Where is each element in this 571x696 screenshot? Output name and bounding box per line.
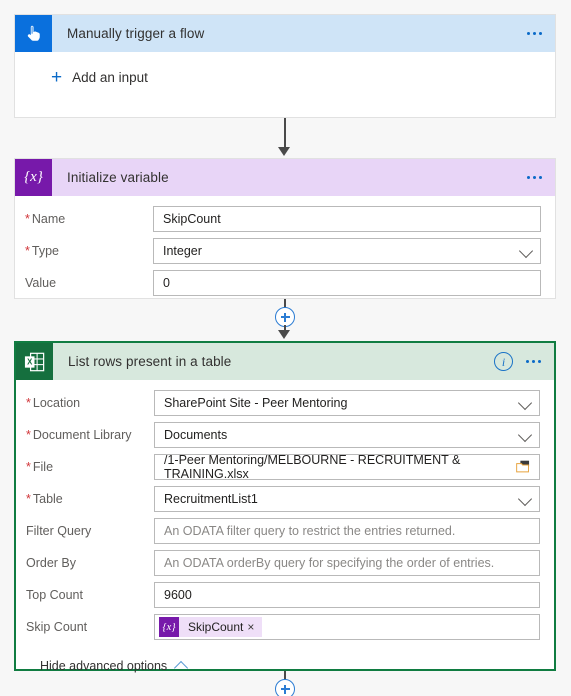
hand-pointer-icon bbox=[15, 15, 52, 52]
folder-picker-icon[interactable] bbox=[516, 460, 530, 476]
initialize-variable-card-header[interactable]: {x} Initialize variable bbox=[15, 159, 555, 196]
required-asterisk: * bbox=[25, 244, 30, 258]
skip-count-input[interactable]: {x} SkipCount × bbox=[154, 614, 540, 640]
card-list-rows-present-in-a-table[interactable]: X List rows present in a table i * Locati… bbox=[14, 341, 556, 675]
list-rows-header-actions: i bbox=[494, 352, 554, 371]
info-circle-icon[interactable]: i bbox=[494, 352, 513, 371]
table-dropdown[interactable]: RecruitmentList1 bbox=[154, 486, 540, 512]
param-label-file: * File bbox=[26, 460, 54, 474]
down-arrow-icon bbox=[277, 147, 290, 156]
excel-table-icon: X bbox=[16, 343, 53, 380]
chevron-down-icon bbox=[517, 395, 533, 411]
hide-advanced-options-label: Hide advanced options bbox=[40, 659, 168, 673]
name-input-value: SkipCount bbox=[163, 212, 221, 226]
param-row-type: * Type Integer bbox=[15, 235, 555, 267]
filter-query-placeholder: An ODATA filter query to restrict the en… bbox=[164, 524, 456, 538]
variable-icon-glyph: {x} bbox=[24, 169, 43, 185]
param-row-value: Value 0 bbox=[15, 267, 555, 299]
insert-new-step-plus-circle-icon[interactable] bbox=[275, 307, 295, 327]
param-label-table: * Table bbox=[26, 492, 63, 506]
param-label-type: * Type bbox=[25, 244, 59, 258]
variable-braces-icon: {x} bbox=[159, 617, 179, 637]
flow-designer-canvas: Manually trigger a flow + Add an input {… bbox=[0, 0, 571, 696]
order-by-input[interactable]: An ODATA orderBy query for specifying th… bbox=[154, 550, 540, 576]
param-label-top-count: Top Count bbox=[26, 588, 83, 602]
param-label-filter-query: Filter Query bbox=[26, 524, 92, 538]
ellipsis-icon[interactable] bbox=[527, 32, 542, 35]
filter-query-input[interactable]: An ODATA filter query to restrict the en… bbox=[154, 518, 540, 544]
param-row-filter-query: Filter Query An ODATA filter query to re… bbox=[16, 515, 554, 547]
token-label: SkipCount bbox=[188, 620, 244, 634]
ellipsis-icon[interactable] bbox=[527, 176, 542, 179]
required-asterisk: * bbox=[26, 396, 31, 410]
type-dropdown[interactable]: Integer bbox=[153, 238, 541, 264]
variable-braces-icon: {x} bbox=[15, 159, 52, 196]
file-picker-input[interactable]: /1-Peer Mentoring/MELBOURNE - RECRUITMEN… bbox=[154, 454, 540, 480]
location-dropdown[interactable]: SharePoint Site - Peer Mentoring bbox=[154, 390, 540, 416]
required-asterisk: * bbox=[26, 492, 31, 506]
top-count-value: 9600 bbox=[164, 588, 192, 602]
ellipsis-icon[interactable] bbox=[526, 360, 541, 363]
add-an-input-label: Add an input bbox=[72, 70, 148, 85]
card-manually-trigger-a-flow[interactable]: Manually trigger a flow + Add an input bbox=[14, 14, 556, 118]
param-row-top-count: Top Count 9600 bbox=[16, 579, 554, 611]
card-initialize-variable[interactable]: {x} Initialize variable * Name SkipCount … bbox=[14, 158, 556, 299]
required-asterisk: * bbox=[25, 212, 30, 226]
list-rows-card-header[interactable]: X List rows present in a table i bbox=[16, 343, 554, 380]
trigger-card-body: + Add an input bbox=[15, 52, 555, 103]
location-dropdown-value: SharePoint Site - Peer Mentoring bbox=[164, 396, 348, 410]
param-row-name: * Name SkipCount bbox=[15, 203, 555, 235]
list-rows-parameters: * Location SharePoint Site - Peer Mentori… bbox=[16, 380, 554, 677]
add-an-input-button[interactable]: + Add an input bbox=[51, 68, 148, 87]
down-arrow-icon bbox=[277, 330, 290, 339]
order-by-placeholder: An ODATA orderBy query for specifying th… bbox=[164, 556, 495, 570]
value-input[interactable]: 0 bbox=[153, 270, 541, 296]
param-label-skip-count: Skip Count bbox=[26, 620, 88, 634]
table-dropdown-value: RecruitmentList1 bbox=[164, 492, 258, 506]
trigger-card-header[interactable]: Manually trigger a flow bbox=[15, 15, 555, 52]
param-label-value: Value bbox=[25, 276, 57, 290]
chevron-up-icon bbox=[174, 660, 189, 675]
param-row-table: * Table RecruitmentList1 bbox=[16, 483, 554, 515]
param-row-file: * File /1-Peer Mentoring/MELBOURNE - RECR… bbox=[16, 451, 554, 483]
initialize-variable-parameters: * Name SkipCount * Type Integer Value 0 bbox=[15, 196, 555, 299]
chevron-down-icon bbox=[517, 427, 533, 443]
initialize-variable-card-title: Initialize variable bbox=[67, 170, 169, 185]
value-input-value: 0 bbox=[163, 276, 170, 290]
chevron-down-icon bbox=[518, 243, 534, 259]
param-row-order-by: Order By An ODATA orderBy query for spec… bbox=[16, 547, 554, 579]
document-library-dropdown[interactable]: Documents bbox=[154, 422, 540, 448]
trigger-header-actions bbox=[527, 32, 555, 35]
document-library-dropdown-value: Documents bbox=[164, 428, 228, 442]
param-label-location: * Location bbox=[26, 396, 81, 410]
connector-line bbox=[284, 118, 286, 147]
dynamic-content-token[interactable]: {x} SkipCount × bbox=[159, 617, 263, 637]
param-label-document-library: * Document Library bbox=[26, 428, 132, 442]
initialize-variable-header-actions bbox=[527, 176, 555, 179]
type-dropdown-value: Integer bbox=[163, 244, 202, 258]
name-input[interactable]: SkipCount bbox=[153, 206, 541, 232]
param-row-skip-count: Skip Count {x} SkipCount × bbox=[16, 611, 554, 643]
svg-text:X: X bbox=[27, 357, 33, 366]
list-rows-card-title: List rows present in a table bbox=[68, 354, 232, 369]
chevron-down-icon bbox=[517, 491, 533, 507]
close-icon[interactable]: × bbox=[247, 620, 262, 634]
trigger-card-title: Manually trigger a flow bbox=[67, 26, 205, 41]
plus-icon: + bbox=[51, 67, 63, 88]
param-label-order-by: Order By bbox=[26, 556, 77, 570]
required-asterisk: * bbox=[26, 460, 31, 474]
param-row-location: * Location SharePoint Site - Peer Mentori… bbox=[16, 387, 554, 419]
top-count-input[interactable]: 9600 bbox=[154, 582, 540, 608]
param-row-document-library: * Document Library Documents bbox=[16, 419, 554, 451]
file-picker-value: /1-Peer Mentoring/MELBOURNE - RECRUITMEN… bbox=[164, 454, 461, 480]
param-label-name: * Name bbox=[25, 212, 66, 226]
insert-new-step-plus-circle-icon[interactable] bbox=[275, 679, 295, 696]
required-asterisk: * bbox=[26, 428, 31, 442]
